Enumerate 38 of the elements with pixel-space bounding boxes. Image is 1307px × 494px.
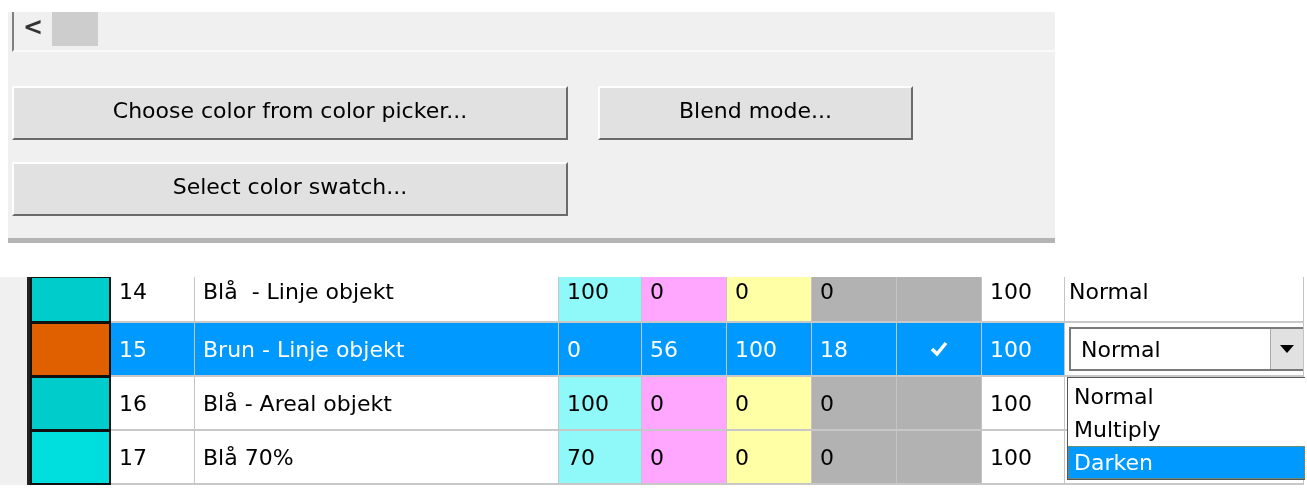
table-cell: 0 — [812, 377, 897, 431]
push-button[interactable]: Select color swatch... — [12, 162, 568, 216]
table-cell: 17 — [111, 431, 195, 485]
table-cell: 0 — [727, 431, 812, 485]
table-cell: Brun - Linje objekt — [195, 323, 559, 377]
scrollbar-thumb[interactable] — [52, 12, 98, 46]
table-cell: 70 — [559, 431, 642, 485]
table-cell: 56 — [642, 323, 727, 377]
checkmark-icon[interactable] — [930, 341, 948, 357]
scroll-left-button[interactable]: < — [14, 12, 52, 50]
color-swatch[interactable] — [30, 323, 111, 377]
table-cell: 0 — [812, 277, 897, 323]
push-button[interactable]: Blend mode... — [598, 86, 913, 140]
table-cell: 0 — [559, 323, 642, 377]
table-cell: 0 — [642, 377, 727, 431]
table-cell: 0 — [642, 277, 727, 323]
table-cell: 100 — [727, 323, 812, 377]
table-cell: 0 — [812, 431, 897, 485]
table-cell: 100 — [559, 277, 642, 323]
color-swatch[interactable] — [30, 277, 111, 323]
table-cell: 18 — [812, 323, 897, 377]
horizontal-scrollbar[interactable]: < — [12, 12, 1055, 52]
dropdown-option[interactable]: Normal — [1068, 380, 1305, 413]
table-cell: 0 — [727, 277, 812, 323]
push-button[interactable]: Choose color from color picker... — [12, 86, 568, 140]
table-cell: 0 — [727, 377, 812, 431]
table-cell: 16 — [111, 377, 195, 431]
blend-mode-dropdown[interactable]: Normal — [1069, 327, 1303, 371]
table-cell: 100 — [982, 431, 1065, 485]
color-swatch[interactable] — [30, 377, 111, 431]
table-cell: 0 — [642, 431, 727, 485]
table-cell: 100 — [982, 377, 1065, 431]
color-swatch[interactable] — [30, 431, 111, 485]
table-cell: 100 — [559, 377, 642, 431]
table-row[interactable]: 14 Blå - Linje objekt 100 0 0 0 100 Normal — [0, 277, 1307, 323]
table-cell: Normal — [1069, 279, 1149, 304]
table-cell: 15 — [111, 323, 195, 377]
table-cell: 100 — [982, 323, 1065, 377]
